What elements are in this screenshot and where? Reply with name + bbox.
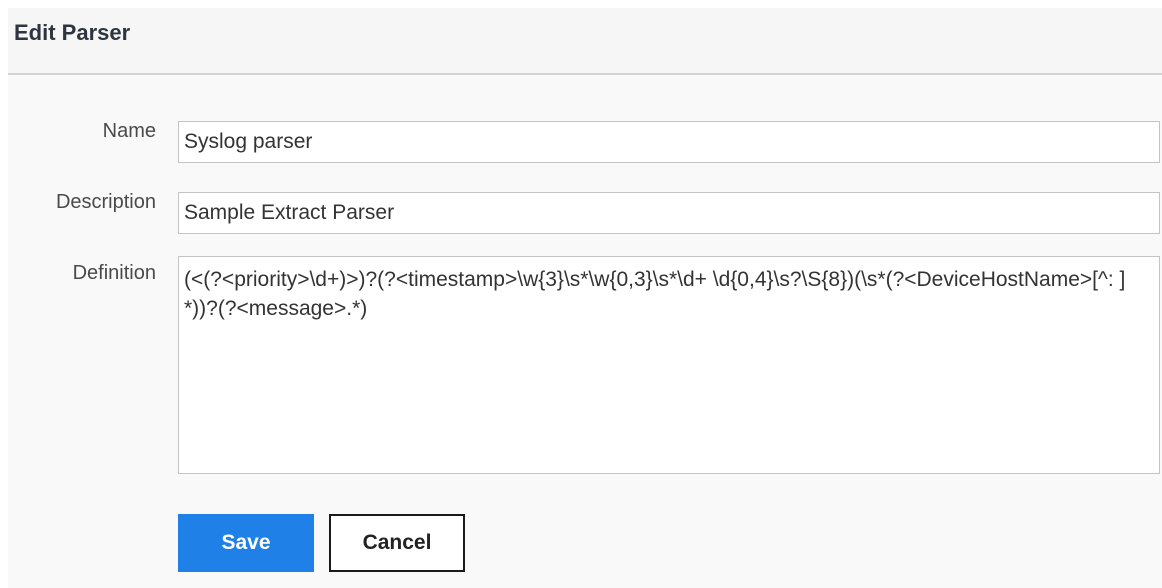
- description-input[interactable]: [178, 192, 1160, 234]
- dialog-header: Edit Parser: [8, 8, 1162, 74]
- dialog-title: Edit Parser: [14, 20, 131, 45]
- save-button[interactable]: Save: [178, 514, 314, 572]
- description-label: Description: [55, 191, 156, 213]
- definition-textarea[interactable]: (<(?<priority>\d+)>)?(?<timestamp>\w{3}\…: [178, 256, 1160, 474]
- cancel-button[interactable]: Cancel: [329, 514, 465, 572]
- name-input[interactable]: [178, 121, 1160, 163]
- definition-label: Definition: [72, 262, 156, 284]
- name-label: Name: [102, 120, 156, 142]
